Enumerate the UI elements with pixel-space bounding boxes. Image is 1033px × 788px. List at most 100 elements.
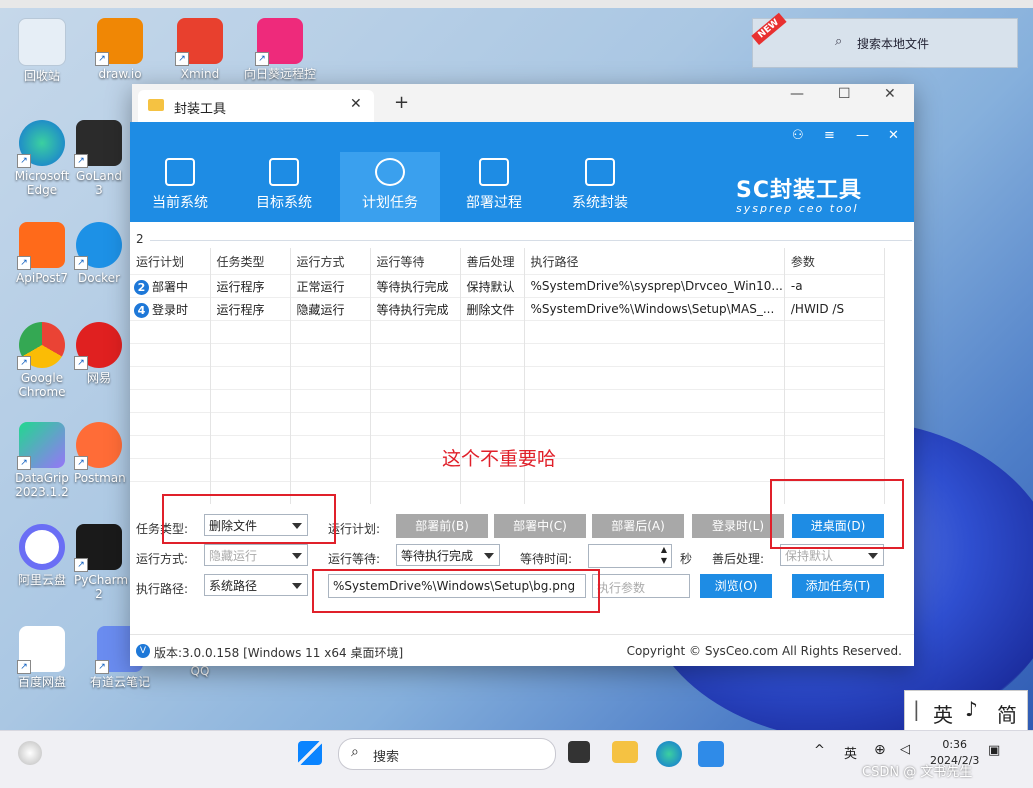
table-row[interactable]: 4 登录时 运行程序 隐藏运行 等待执行完成 删除文件 %SystemDrive%… — [130, 297, 885, 321]
search-icon: ⌕ — [835, 34, 843, 49]
close-window-button[interactable]: ✕ — [884, 86, 896, 102]
docker-icon: ↗ — [74, 222, 122, 270]
desktop-icon-drawio[interactable]: ↗ draw.io — [78, 18, 162, 81]
notification-icon[interactable]: ▣ — [988, 743, 1000, 758]
desktop-icon-netease[interactable]: ↗ 网易 — [74, 322, 124, 385]
desktop-icon-label: 百度网盘 — [17, 675, 66, 689]
desktop-icon-recycle-bin[interactable]: 回收站 — [0, 18, 84, 83]
windows-icon — [165, 158, 195, 186]
nav-label: 系统封装 — [572, 195, 628, 211]
column-header[interactable]: 善后处理 — [460, 248, 525, 275]
ime-simplified-toggle[interactable]: 简 — [997, 699, 1017, 728]
table-row[interactable]: 2 部署中 运行程序 正常运行 等待执行完成 保持默认 %SystemDrive%… — [130, 274, 885, 298]
desktop-icon-label: DataGrip 2023.1.2 — [15, 471, 69, 499]
network-icon[interactable]: ⊕ — [874, 742, 886, 758]
task-view-icon[interactable] — [568, 741, 590, 763]
desktop-icon-chrome[interactable]: ↗ Google Chrome — [0, 322, 84, 399]
search-widget-label: 搜索本地文件 — [857, 37, 930, 51]
local-search-widget[interactable]: NEW ⌕ 搜索本地文件 — [751, 12, 1018, 68]
after-cell: 保持默认 — [460, 274, 525, 298]
ime-settings-icon[interactable]: ♪ — [965, 697, 978, 721]
mode-cell: 正常运行 — [290, 274, 371, 298]
desktop-icon-pycharm[interactable]: ↗ PyCharm 2 — [74, 524, 128, 601]
maximize-button[interactable]: ☐ — [838, 86, 851, 102]
edge-taskbar-icon[interactable] — [656, 741, 682, 767]
tab-packaging-tool[interactable]: 封装工具 ✕ — [138, 90, 374, 122]
ime-toolbar: | 英 ♪ 简 — [904, 690, 1028, 732]
column-header[interactable]: 运行方式 — [290, 248, 371, 275]
chevron-down-icon — [868, 553, 878, 559]
desktop-icon-postman[interactable]: ↗ Postman — [74, 422, 126, 485]
desktop-icon-goland[interactable]: ↗ GoLand 3 — [74, 120, 124, 197]
desktop-icon-docker[interactable]: ↗ Docker — [74, 222, 124, 285]
minimize-button[interactable]: — — [790, 86, 804, 102]
tray-overflow-icon[interactable]: ^ — [814, 743, 825, 758]
ime-drag-handle[interactable]: | — [913, 697, 920, 721]
pycharm-icon: ↗ — [74, 524, 122, 572]
column-header[interactable]: 参数 — [784, 248, 885, 275]
shortcut-arrow-icon: ↗ — [74, 154, 88, 168]
desktop-icon-baidu-netdisk[interactable]: ↗ 百度网盘 — [0, 626, 84, 689]
column-header[interactable]: 运行计划 — [130, 248, 211, 275]
tray-lang[interactable]: 英 — [844, 743, 857, 762]
shortcut-arrow-icon: ↗ — [175, 52, 189, 66]
ime-language-toggle[interactable]: 英 — [933, 699, 953, 728]
menu-icon[interactable]: ≡ — [824, 128, 835, 143]
spinner-arrows-icon[interactable]: ▲ ▼ — [661, 544, 667, 566]
plan-during-deploy-button[interactable]: 部署中(C) — [494, 514, 586, 538]
desktop-icon-xmind[interactable]: ↗ Xmind — [158, 18, 242, 81]
nav-system-packaging[interactable]: 系统封装 — [550, 152, 650, 222]
volume-icon[interactable]: ◁ — [900, 742, 910, 757]
nav-label: 计划任务 — [362, 195, 418, 211]
empty-row — [130, 366, 885, 390]
user-icon[interactable]: ⚇ — [792, 128, 804, 143]
version-text: 版本:3.0.0.158 [Windows 11 x64 桌面环境] — [154, 646, 404, 660]
close-tab-icon[interactable]: ✕ — [350, 96, 362, 112]
desktop-icon-apipost[interactable]: ↗ ApiPost7 — [0, 222, 84, 285]
close-app-icon[interactable]: ✕ — [888, 128, 899, 143]
add-task-button[interactable]: 添加任务(T) — [792, 574, 884, 598]
browse-button[interactable]: 浏览(O) — [700, 574, 772, 598]
taskbar: ⌕ 搜索 ^ 英 ⊕ ◁ 0:36 2024/2/3 ▣ CSDN @ 文书先生 — [0, 730, 1033, 788]
nav-label: 部署过程 — [466, 195, 522, 211]
desktop-icon-label: ApiPost7 — [16, 271, 68, 285]
wait-time-spinner[interactable]: ▲ ▼ — [588, 544, 672, 568]
desktop-icon-datagrip[interactable]: ↗ DataGrip 2023.1.2 — [0, 422, 84, 499]
shortcut-arrow-icon: ↗ — [74, 558, 88, 572]
run-wait-value: 等待执行完成 — [401, 549, 474, 563]
desktop-icon-edge[interactable]: ↗ Microsoft Edge — [0, 120, 84, 197]
desktop-icon-sunlogin[interactable]: ↗ 向日葵远程控 — [238, 18, 322, 81]
plan-after-deploy-button[interactable]: 部署后(A) — [592, 514, 684, 538]
nav-deploy-process[interactable]: 部署过程 — [444, 152, 544, 222]
nav-current-system[interactable]: 当前系统 — [130, 152, 230, 222]
desktop-icon-label: Google Chrome — [18, 371, 66, 399]
nav-target-system[interactable]: 目标系统 — [234, 152, 334, 222]
exec-path-type-select[interactable]: 系统路径 — [204, 574, 308, 596]
widgets-icon[interactable] — [18, 741, 42, 765]
run-mode-select[interactable]: 隐藏运行 — [204, 544, 308, 566]
shortcut-arrow-icon: ↗ — [17, 660, 31, 674]
column-header[interactable]: 执行路径 — [524, 248, 785, 275]
xmind-icon: ↗ — [175, 18, 223, 66]
desktop-icon-label: 网易 — [86, 371, 111, 385]
run-mode-label: 运行方式: — [136, 552, 189, 566]
run-mode-value: 隐藏运行 — [209, 549, 258, 563]
exec-params-input[interactable]: 执行参数 — [592, 574, 690, 598]
desktop-icon-aliyun-drive[interactable]: 阿里云盘 — [0, 524, 84, 587]
desktop-icon-label: GoLand 3 — [76, 169, 122, 197]
column-header[interactable]: 运行等待 — [370, 248, 461, 275]
taskbar-search[interactable]: ⌕ 搜索 — [338, 738, 556, 770]
plan-before-deploy-button[interactable]: 部署前(B) — [396, 514, 488, 538]
type-cell: 运行程序 — [210, 274, 291, 298]
run-wait-select[interactable]: 等待执行完成 — [396, 544, 500, 566]
empty-row — [130, 320, 885, 344]
windows-start-icon[interactable] — [298, 741, 322, 765]
nav-scheduled-tasks[interactable]: 计划任务 — [340, 152, 440, 222]
wait-time-unit: 秒 — [680, 552, 693, 566]
sysceo-taskbar-icon[interactable] — [698, 741, 724, 767]
column-header[interactable]: 任务类型 — [210, 248, 291, 275]
file-explorer-icon[interactable] — [612, 741, 638, 763]
exec-path-type-value: 系统路径 — [209, 579, 258, 593]
minimize-app-icon[interactable]: — — [856, 128, 869, 143]
new-tab-button[interactable]: + — [394, 92, 409, 113]
